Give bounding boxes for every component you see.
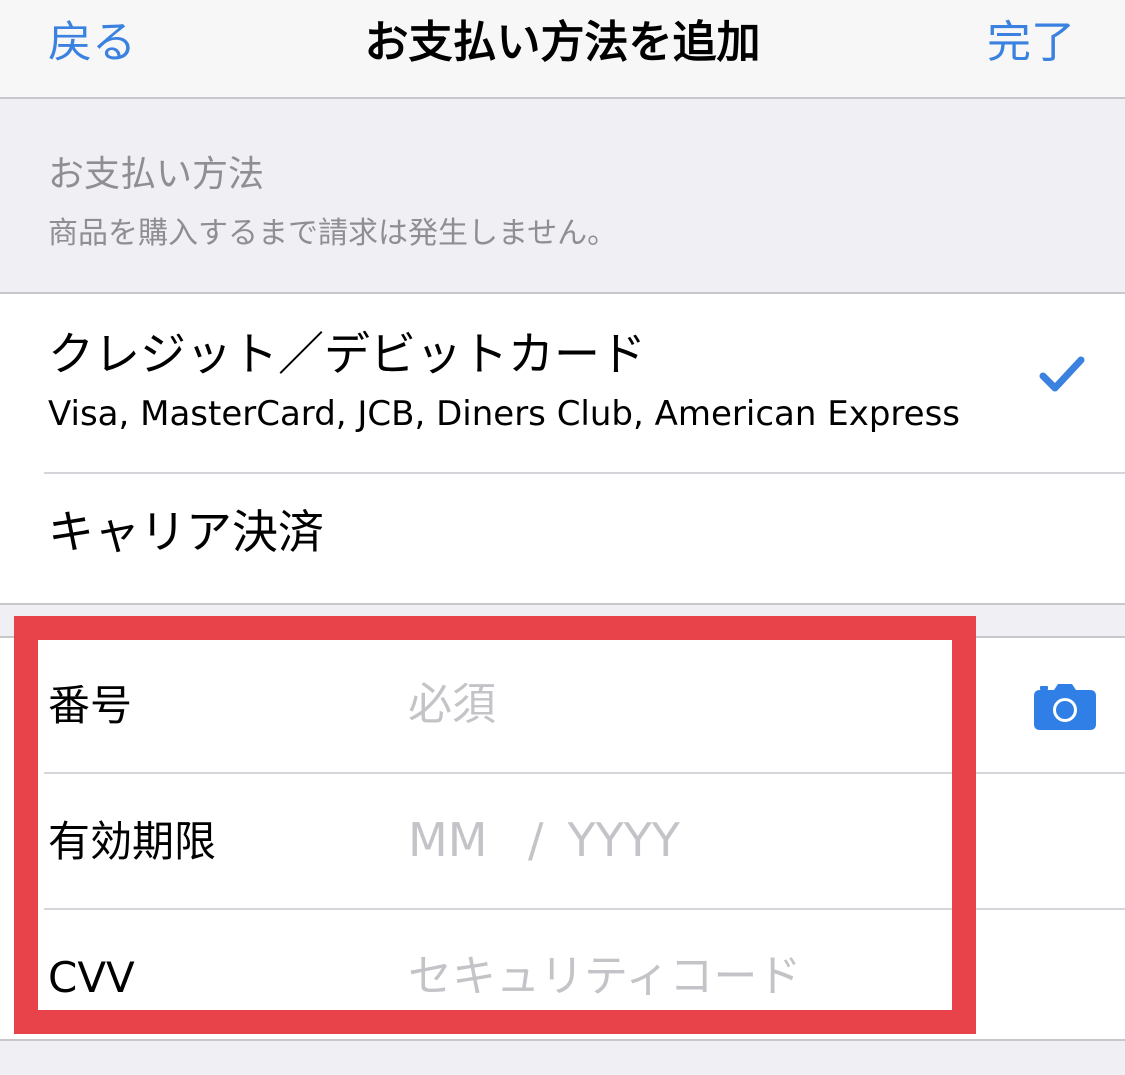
- section-header: お支払い方法 商品を購入するまで請求は発生しません。: [48, 150, 617, 256]
- payment-methods-list: クレジット／デビットカード Visa, MasterCard, JCB, Din…: [0, 292, 1125, 605]
- expiry-separator: /: [528, 813, 544, 867]
- expiry-field: /: [408, 808, 708, 872]
- checkmark-icon: [1039, 356, 1085, 392]
- navigation-bar: 戻る お支払い方法を追加 完了: [0, 0, 1125, 99]
- done-button[interactable]: 完了: [987, 6, 1075, 70]
- credit-card-title: クレジット／デビットカード: [48, 327, 646, 381]
- section-subtitle: 商品を購入するまで請求は発生しません。: [48, 216, 618, 251]
- card-number-label: 番号: [48, 681, 133, 730]
- camera-icon[interactable]: [1034, 684, 1096, 730]
- expiry-year-input[interactable]: [567, 813, 708, 867]
- section-title: お支払い方法: [48, 154, 265, 195]
- page-title: お支払い方法を追加: [364, 17, 761, 68]
- card-number-row: 番号: [0, 638, 1125, 772]
- payment-method-carrier[interactable]: キャリア決済: [0, 474, 1125, 605]
- card-details-form: 番号 有効期限 / CVV: [0, 636, 1125, 1041]
- card-number-input[interactable]: [408, 672, 928, 736]
- cvv-label: CVV: [48, 953, 135, 1002]
- expiry-row: 有効期限 /: [0, 774, 1125, 908]
- credit-card-brands: Visa, MasterCard, JCB, Diners Club, Amer…: [48, 394, 960, 434]
- expiry-month-input[interactable]: [408, 813, 504, 867]
- expiry-label: 有効期限: [48, 817, 217, 866]
- payment-method-credit-card[interactable]: クレジット／デビットカード Visa, MasterCard, JCB, Din…: [0, 294, 1125, 472]
- carrier-billing-title: キャリア決済: [48, 505, 324, 559]
- cvv-input[interactable]: [408, 944, 928, 1008]
- cvv-row: CVV: [0, 910, 1125, 1044]
